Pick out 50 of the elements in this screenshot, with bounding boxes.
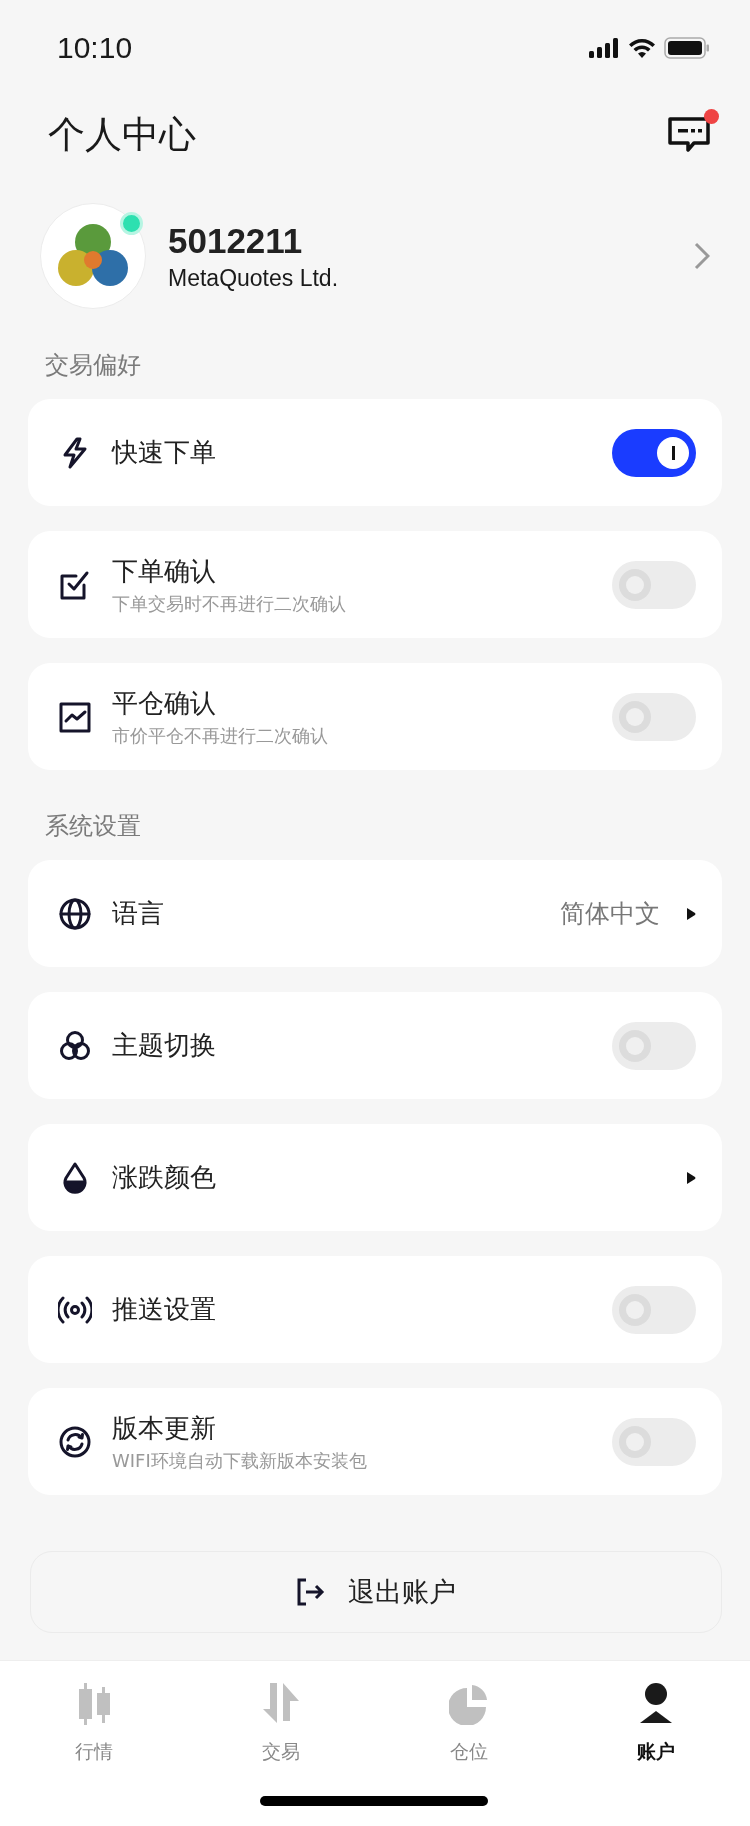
account-number: 5012211 bbox=[168, 220, 304, 261]
theme-icon bbox=[58, 1028, 92, 1063]
setting-label: 平仓确认 bbox=[112, 686, 217, 720]
logout-icon bbox=[296, 1578, 326, 1606]
setting-label: 语言 bbox=[112, 897, 165, 930]
toggle-switch[interactable] bbox=[612, 1021, 696, 1070]
settings-row[interactable]: 涨跌颜色 bbox=[28, 1124, 722, 1231]
section-title: 系统设置 bbox=[44, 811, 142, 842]
settings-row[interactable]: 快速下单 bbox=[28, 399, 722, 506]
setting-label: 推送设置 bbox=[112, 1293, 217, 1326]
setting-label: 版本更新 bbox=[112, 1411, 217, 1445]
setting-label: 主题切换 bbox=[112, 1029, 217, 1062]
nav-tab[interactable]: 交易 bbox=[187, 1683, 375, 1826]
status-time: 10:10 bbox=[57, 30, 133, 65]
section-title: 交易偏好 bbox=[44, 350, 142, 381]
toggle-switch[interactable] bbox=[612, 1285, 696, 1334]
setting-description: 市价平仓不再进行二次确认 bbox=[112, 723, 329, 748]
battery-icon bbox=[664, 36, 710, 59]
chevron-right-icon[interactable] bbox=[694, 242, 710, 270]
refresh-icon bbox=[58, 1424, 92, 1459]
setting-description: WIFI环境自动下载新版本安装包 bbox=[112, 1448, 368, 1473]
nav-tab[interactable]: 行情 bbox=[0, 1683, 188, 1826]
toggle-switch[interactable] bbox=[612, 1417, 696, 1466]
setting-label: 涨跌颜色 bbox=[112, 1161, 217, 1194]
wifi-icon bbox=[628, 37, 656, 58]
setting-label: 快速下单 bbox=[112, 436, 217, 469]
globe-icon bbox=[58, 896, 92, 931]
settings-row[interactable]: 下单确认 下单交易时不再进行二次确认 bbox=[28, 531, 722, 638]
setting-description: 下单交易时不再进行二次确认 bbox=[112, 591, 347, 616]
triangle-right-icon bbox=[686, 1170, 696, 1185]
settings-row[interactable]: 语言 简体中文 bbox=[28, 860, 722, 967]
toggle-switch[interactable] bbox=[612, 692, 696, 741]
toggle-switch[interactable] bbox=[612, 560, 696, 609]
arrows-icon bbox=[261, 1683, 302, 1725]
signal-icon bbox=[589, 37, 620, 58]
company-name: MetaQuotes Ltd. bbox=[168, 264, 340, 292]
setting-value: 简体中文 bbox=[560, 898, 660, 930]
pie-chart-icon bbox=[448, 1683, 489, 1725]
nav-tab[interactable]: 仓位 bbox=[375, 1683, 563, 1826]
message-icon[interactable] bbox=[667, 115, 713, 155]
logout-button[interactable]: 退出账户 bbox=[30, 1551, 722, 1633]
triangle-right-icon bbox=[686, 906, 696, 921]
setting-label: 下单确认 bbox=[112, 554, 217, 588]
toggle-switch[interactable] bbox=[612, 428, 696, 477]
page-title: 个人中心 bbox=[48, 112, 196, 158]
settings-row[interactable]: 推送设置 bbox=[28, 1256, 722, 1363]
settings-row[interactable]: 主题切换 bbox=[28, 992, 722, 1099]
nav-tab[interactable]: 账户 bbox=[562, 1683, 750, 1826]
settings-row[interactable]: 平仓确认 市价平仓不再进行二次确认 bbox=[28, 663, 722, 770]
settings-row[interactable]: 版本更新 WIFI环境自动下载新版本安装包 bbox=[28, 1388, 722, 1495]
